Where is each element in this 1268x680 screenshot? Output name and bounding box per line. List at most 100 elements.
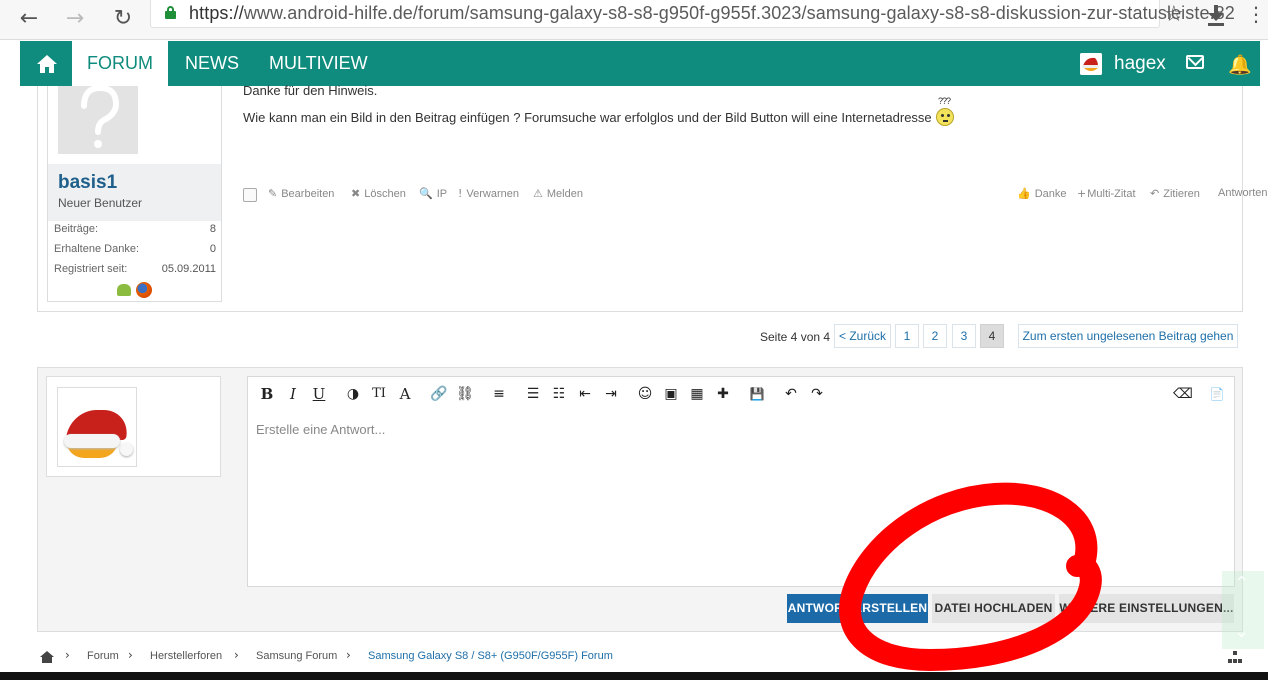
breadcrumb-forum[interactable]: Forum — [87, 650, 119, 662]
remove-format-icon[interactable]: ⌫ — [1173, 385, 1193, 403]
delete-button[interactable]: ✖ Löschen — [351, 187, 406, 200]
forward-icon[interactable]: → — [60, 4, 90, 34]
font-family-icon[interactable]: A — [395, 385, 415, 403]
user-avatar[interactable] — [57, 387, 137, 467]
firefox-icon — [136, 282, 152, 298]
breadcrumb-herstellerforen[interactable]: Herstellerforen — [150, 650, 222, 662]
quote-label: Zitieren — [1163, 188, 1200, 200]
redo-icon[interactable]: ↷ — [807, 385, 827, 403]
upload-file-button[interactable]: DATEI HOCHLADEN — [932, 594, 1055, 623]
link-icon[interactable]: 🔗 — [429, 385, 449, 403]
report-button[interactable]: ⚠ Melden — [533, 187, 583, 200]
reply-avatar-box — [46, 376, 221, 477]
insert-icon[interactable]: ✚ — [713, 385, 733, 403]
reload-icon[interactable]: ↻ — [108, 4, 138, 34]
bell-icon[interactable]: 🔔 — [1228, 53, 1252, 76]
editor-toolbar: B I U ◑ TI A 🔗 ⛓ ≡ ☰ ☷ ⇤ ⇥ ☺ ▣ ▦ ✚ 💾 ↶ ↷… — [248, 377, 1234, 411]
breadcrumb-current[interactable]: Samsung Galaxy S8 / S8+ (G950F/G955F) Fo… — [368, 650, 613, 662]
prev-page-link[interactable]: < Zurück — [834, 324, 891, 348]
mail-icon[interactable] — [1186, 55, 1204, 69]
reply-button[interactable]: Antworten — [1218, 187, 1268, 199]
author-name[interactable]: basis1 — [58, 172, 117, 194]
report-label: Melden — [546, 188, 583, 200]
page-indicator: Seite 4 von 4 — [760, 330, 831, 344]
tab-news[interactable]: NEWS — [185, 41, 239, 86]
warn-button[interactable]: ! Verwarnen — [458, 187, 519, 200]
more-options-button[interactable]: WEITERE EINSTELLUNGEN... — [1059, 594, 1234, 623]
undo-icon[interactable]: ↶ — [781, 385, 801, 403]
home-icon[interactable] — [40, 651, 54, 663]
tab-forum[interactable]: FORUM — [72, 41, 168, 86]
first-unread-link[interactable]: Zum ersten ungelesenen Beitrag gehen — [1018, 324, 1238, 348]
author-stat-posts: Beiträge: 8 — [54, 223, 216, 235]
multi-quote-button[interactable]: +Multi-Zitat — [1077, 187, 1136, 200]
font-size-icon[interactable]: TI — [369, 385, 389, 403]
page-link-1[interactable]: 1 — [895, 324, 919, 348]
tab-multiview[interactable]: MULTIVIEW — [269, 41, 368, 86]
select-post-checkbox[interactable] — [243, 188, 257, 202]
delete-icon: ✖ — [351, 187, 361, 200]
italic-icon[interactable]: I — [283, 385, 303, 403]
smiley-question-marks: ??? — [938, 96, 951, 106]
scroll-up-icon[interactable]: ⌃ — [1234, 573, 1249, 594]
underline-icon[interactable]: U — [309, 385, 329, 403]
color-icon[interactable]: ◑ — [343, 385, 363, 403]
confused-smiley-icon: ??? — [936, 96, 954, 126]
site-nav: FORUM NEWS MULTIVIEW hagex 🔔 — [20, 41, 1260, 86]
back-icon[interactable]: ← — [14, 4, 44, 34]
toggle-bbcode-icon[interactable]: 📄 — [1207, 385, 1227, 403]
smiley-icon[interactable]: ☺ — [635, 385, 655, 403]
nav-avatar[interactable] — [1080, 53, 1102, 75]
address-bar[interactable]: https://www.android-hilfe.de/forum/samsu… — [150, 0, 1235, 28]
reply-editor: B I U ◑ TI A 🔗 ⛓ ≡ ☰ ☷ ⇤ ⇥ ☺ ▣ ▦ ✚ 💾 ↶ ↷… — [247, 376, 1235, 587]
ip-button[interactable]: 🔍 IP — [419, 187, 447, 200]
page-link-3[interactable]: 3 — [952, 324, 976, 348]
url-path: www.android-hilfe.de/forum/samsung-galax… — [243, 3, 1235, 23]
reply-input-placeholder[interactable]: Erstelle eine Antwort... — [256, 422, 385, 437]
indent-icon[interactable]: ⇥ — [601, 385, 621, 403]
thumbs-up-icon: 👍 — [1017, 187, 1031, 200]
nav-username[interactable]: hagex — [1114, 41, 1166, 86]
image-icon[interactable]: ▣ — [661, 385, 681, 403]
author-title: Neuer Benutzer — [58, 196, 143, 210]
like-label: Danke — [1034, 188, 1067, 200]
quote-button[interactable]: ↶ Zitieren — [1150, 187, 1200, 200]
page-link-2[interactable]: 2 — [923, 324, 947, 348]
media-icon[interactable]: ▦ — [687, 385, 707, 403]
delete-label: Löschen — [364, 188, 406, 200]
stat-value: 8 — [209, 223, 216, 235]
edit-button[interactable]: ✎ Bearbeiten — [268, 187, 334, 200]
edit-label: Bearbeiten — [281, 188, 335, 200]
warning-icon: ⚠ — [533, 187, 543, 200]
download-icon[interactable] — [1205, 2, 1227, 28]
post-actions: ✎ Bearbeiten ✖ Löschen 🔍 IP ! Verwarnen ⚠ Mel… — [243, 187, 1268, 205]
plus-icon: + — [1077, 187, 1087, 200]
author-avatar[interactable] — [58, 86, 138, 154]
scroll-buttons[interactable]: ⌃ ⌄ — [1222, 571, 1264, 649]
bullet-list-icon[interactable]: ☰ — [523, 385, 543, 403]
search-icon: 🔍 — [419, 187, 433, 200]
url-scheme: https:// — [189, 3, 244, 23]
unlink-icon[interactable]: ⛓ — [455, 385, 475, 403]
submit-reply-button[interactable]: ANTWORT ERSTELLEN — [787, 594, 928, 623]
breadcrumb-samsung-forum[interactable]: Samsung Forum — [256, 650, 337, 662]
outdent-icon[interactable]: ⇤ — [575, 385, 595, 403]
ip-label: IP — [436, 188, 448, 200]
warn-label: Verwarnen — [466, 188, 520, 200]
post-text-line: Danke für den Hinweis. — [243, 83, 378, 98]
home-button[interactable] — [20, 41, 72, 86]
url-text[interactable]: https://www.android-hilfe.de/forum/samsu… — [189, 3, 1235, 24]
bookmark-star-icon[interactable]: ☆ — [1164, 2, 1184, 27]
scroll-down-icon[interactable]: ⌄ — [1234, 621, 1249, 642]
align-icon[interactable]: ≡ — [489, 385, 509, 403]
bold-icon[interactable]: B — [257, 385, 277, 403]
browser-menu-icon[interactable]: ⋮ — [1246, 2, 1266, 26]
save-draft-icon[interactable]: 💾 — [747, 385, 767, 403]
post-author-box: basis1 Neuer Benutzer Beiträge: 8 Erhalt… — [47, 86, 222, 302]
author-badges — [117, 282, 157, 300]
page-link-4[interactable]: 4 — [980, 324, 1004, 348]
breadcrumb-separator: › — [346, 648, 351, 662]
numbered-list-icon[interactable]: ☷ — [549, 385, 569, 403]
like-button[interactable]: 👍 Danke — [1017, 187, 1067, 200]
sitemap-icon[interactable] — [1228, 651, 1242, 663]
